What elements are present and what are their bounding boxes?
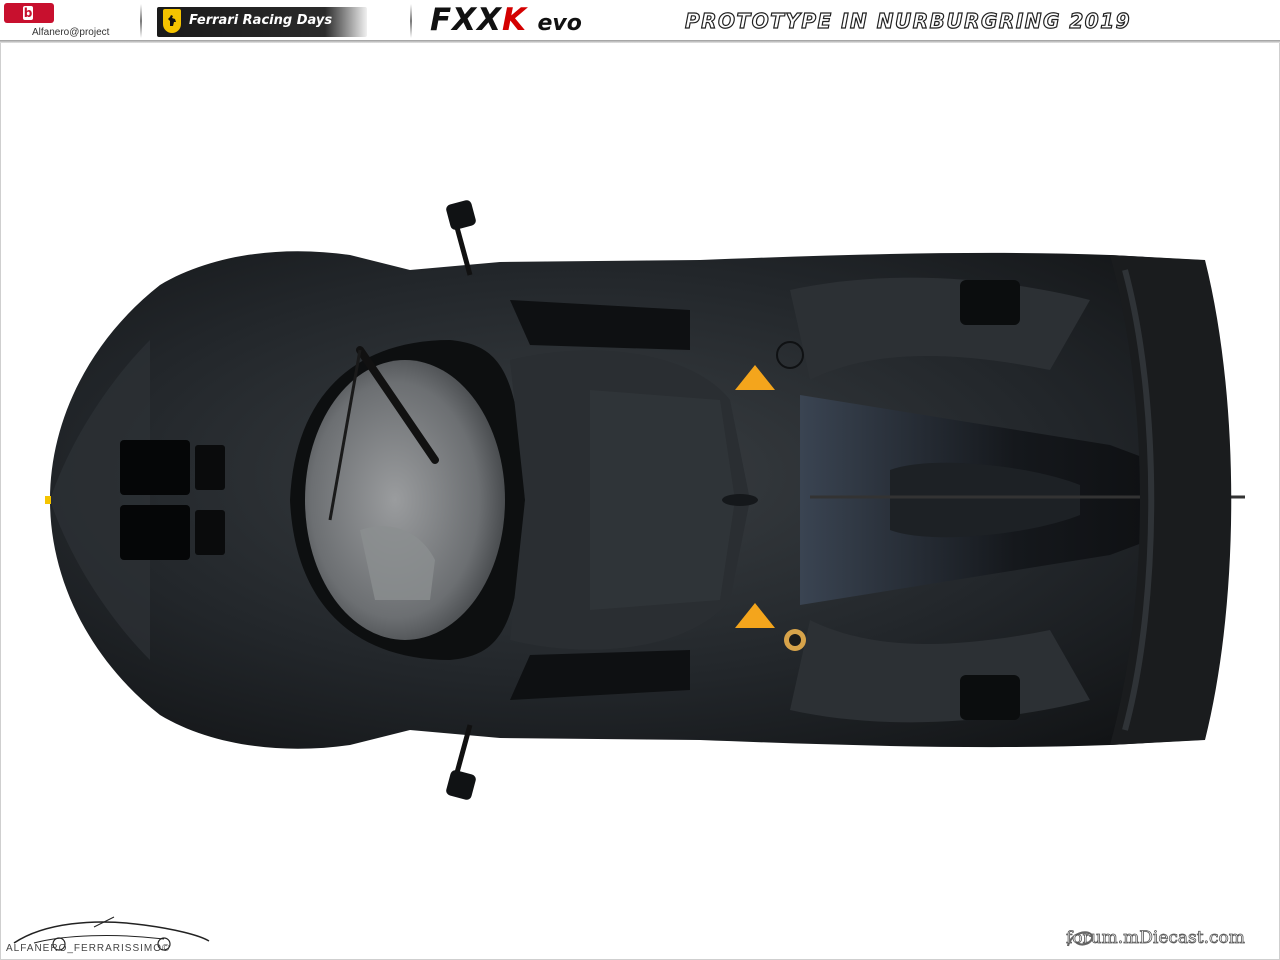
signature-text: ALFANERO_FERRARISSIMO© [6, 943, 171, 954]
ferrari-racing-days-banner: Ferrari Racing Days [157, 7, 367, 37]
header-divider [410, 4, 412, 38]
header-divider [140, 4, 142, 38]
prancing-horse-icon [163, 9, 181, 33]
hood-vent [120, 440, 190, 495]
burago-credit: Alfanero@project [32, 27, 110, 38]
burago-logo-icon: bburago [4, 3, 54, 40]
model-variant: evo [537, 11, 582, 36]
header-bar: bburago Alfanero@project Ferrari Racing … [0, 0, 1280, 43]
burago-brand: bburago Alfanero@project [4, 3, 132, 40]
mirror-left [446, 200, 476, 230]
model-title: FXXK evo [430, 2, 582, 40]
hood-vent [120, 505, 190, 560]
car-top-view-photo [45, 200, 1245, 800]
horse-glyph-icon [168, 15, 176, 26]
model-name: FXXK [430, 2, 528, 38]
header-rule [0, 40, 1280, 43]
model-subtitle: PROTOTYPE IN NURBURGRING 2019 [684, 8, 1132, 33]
ferrari-racing-days-label: Ferrari Racing Days [189, 13, 333, 28]
mirror-right [446, 770, 476, 800]
forum-watermark: forum.mDiecast.com [1066, 928, 1246, 949]
